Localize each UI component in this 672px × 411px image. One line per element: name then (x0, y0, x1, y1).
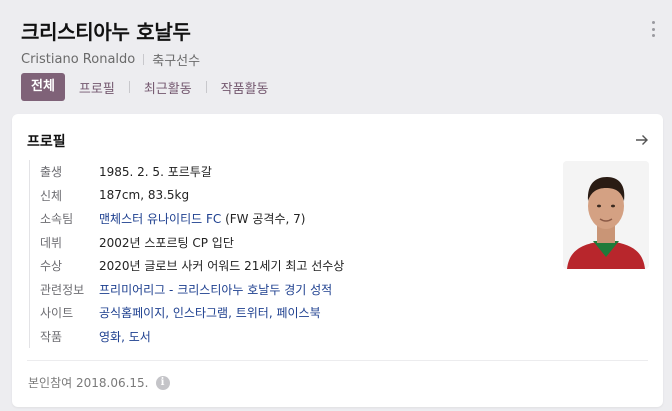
occupation: 축구선수 (152, 54, 201, 69)
profile-info-list: 출생 1985. 2. 5. 포르투갈 신체 187cm, 83.5kg 소속팀… (29, 160, 549, 348)
tab-divider (205, 81, 207, 93)
row-label: 소속팀 (40, 212, 74, 227)
profile-title: 프로필 (27, 134, 66, 150)
team-name-link[interactable]: 맨체스터 유나이티드 FC (99, 212, 221, 226)
row-value: 1985. 2. 5. 포르투갈 (99, 165, 212, 180)
row-label: 사이트 (40, 306, 74, 321)
divider (143, 54, 145, 65)
row-label: 출생 (40, 165, 63, 180)
tab-divider (128, 81, 130, 93)
profile-row-team: 소속팀 맨체스터 유나이티드 FC (FW 공격수, 7) (40, 207, 549, 231)
profile-row-body: 신체 187cm, 83.5kg (40, 184, 549, 208)
tab-works[interactable]: 작품활동 (217, 78, 273, 97)
sites-links[interactable]: 공식홈페이지, 인스타그램, 트위터, 페이스북 (99, 304, 321, 321)
footer-divider (27, 360, 648, 361)
related-info-link[interactable]: 프리미어리그 - 크리스티아누 호날두 경기 성적 (99, 281, 332, 298)
header: 크리스티아누 호날두 Cristiano Ronaldo 축구선수 전체 프로필… (0, 0, 672, 110)
footer: 본인참여 2018.06.15. i (28, 374, 170, 391)
arrow-right-icon[interactable] (635, 133, 649, 147)
profile-photo[interactable] (563, 161, 649, 269)
row-value: 187cm, 83.5kg (99, 188, 190, 203)
team-position: (FW 공격수, 7) (221, 212, 306, 227)
profile-row-sites: 사이트 공식홈페이지, 인스타그램, 트위터, 페이스북 (40, 301, 549, 325)
profile-card: 프로필 출생 1985. 2. 5. 포르투갈 신체 187cm, 83.5kg… (12, 114, 663, 407)
profile-row-works: 작품 영화, 도서 (40, 325, 549, 349)
tab-all[interactable]: 전체 (21, 73, 65, 101)
profile-row-related: 관련정보 프리미어리그 - 크리스티아누 호날두 경기 성적 (40, 278, 549, 302)
team-link: 맨체스터 유나이티드 FC (FW 공격수, 7) (99, 210, 305, 227)
profile-row-award: 수상 2020년 글로브 사커 어워드 21세기 최고 선수상 (40, 254, 549, 278)
page-title: 크리스티아누 호날두 (21, 20, 191, 44)
more-options-icon[interactable] (648, 18, 658, 40)
row-label: 신체 (40, 188, 63, 203)
info-icon[interactable]: i (155, 375, 170, 390)
row-label: 관련정보 (40, 282, 85, 297)
row-label: 수상 (40, 259, 63, 274)
profile-row-birth: 출생 1985. 2. 5. 포르투갈 (40, 160, 549, 184)
tab-bar: 전체 프로필 최근활동 작품활동 (21, 73, 273, 101)
tab-profile[interactable]: 프로필 (75, 78, 119, 97)
row-value: 2020년 글로브 사커 어워드 21세기 최고 선수상 (99, 259, 345, 274)
row-label: 작품 (40, 329, 63, 344)
english-name: Cristiano Ronaldo (21, 52, 136, 67)
participation-date: 본인참여 2018.06.15. (28, 376, 149, 390)
profile-row-debut: 데뷔 2002년 스포르팅 CP 입단 (40, 231, 549, 255)
subtitle: Cristiano Ronaldo 축구선수 (21, 50, 200, 69)
row-label: 데뷔 (40, 235, 63, 250)
tab-recent-activity[interactable]: 최근활동 (140, 78, 196, 97)
row-value: 2002년 스포르팅 CP 입단 (99, 235, 234, 250)
works-links[interactable]: 영화, 도서 (99, 328, 151, 345)
